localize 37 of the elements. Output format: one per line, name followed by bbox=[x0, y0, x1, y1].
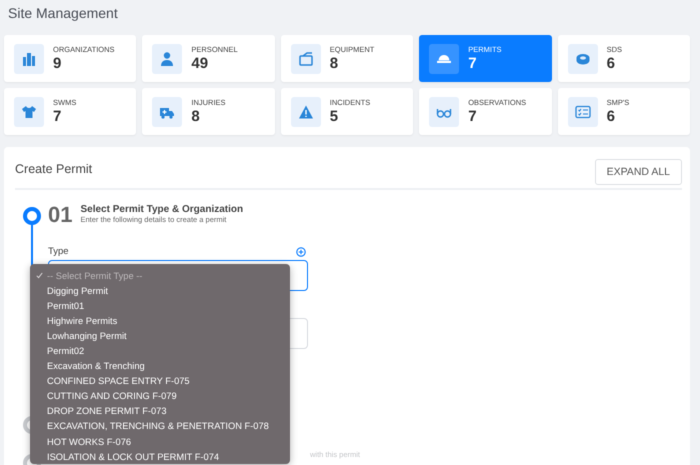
checkmark-icon bbox=[36, 272, 43, 280]
dropdown-option[interactable]: Excavation & Trenching bbox=[30, 358, 290, 374]
shirt-icon bbox=[21, 104, 37, 120]
machine-icon bbox=[298, 50, 314, 66]
dropdown-option[interactable]: DROP ZONE PERMIT F-073 bbox=[30, 404, 290, 419]
card-count: 8 bbox=[330, 55, 340, 72]
card-count: 6 bbox=[606, 108, 616, 125]
card-count: 5 bbox=[330, 108, 340, 125]
card-count: 8 bbox=[191, 108, 201, 125]
card-count: 7 bbox=[468, 55, 478, 72]
warning-icon bbox=[298, 104, 314, 120]
add-icon[interactable] bbox=[296, 246, 306, 256]
card-count: 9 bbox=[53, 55, 62, 72]
card-count: 7 bbox=[468, 108, 478, 125]
person-icon bbox=[159, 50, 176, 66]
building-icon bbox=[21, 50, 37, 66]
dropdown-option[interactable]: CONFINED SPACE ENTRY F-075 bbox=[30, 374, 290, 389]
step-title: Select Permit Type & Organization bbox=[80, 204, 244, 215]
dropdown-option[interactable]: Highwire Permits bbox=[30, 313, 290, 328]
dropdown-option[interactable]: ISOLATION & LOCK OUT PERMIT F-074 bbox=[30, 449, 290, 464]
dropdown-option[interactable]: CUTTING AND CORING F-079 bbox=[30, 388, 290, 404]
dropdown-option[interactable]: Digging Permit bbox=[30, 283, 290, 298]
panel-title: Create Permit bbox=[15, 160, 92, 176]
step-number: 01 bbox=[48, 202, 72, 228]
field-label: Type bbox=[48, 246, 69, 257]
hardhat-icon bbox=[437, 54, 452, 62]
card-count: 7 bbox=[53, 108, 62, 125]
checklist-icon bbox=[574, 104, 591, 120]
card-count: 6 bbox=[606, 55, 616, 72]
dropdown-option[interactable]: Permit02 bbox=[30, 343, 290, 359]
dropdown-option[interactable]: EXCAVATION, TRENCHING & PENETRATION F-078 bbox=[30, 418, 290, 434]
dropdown-option[interactable]: Permit01 bbox=[30, 298, 290, 314]
card-count: 49 bbox=[191, 55, 210, 72]
expand-all-button[interactable]: EXPAND ALL bbox=[594, 158, 682, 184]
dropdown-option[interactable]: HOT WORKS F-076 bbox=[30, 434, 290, 450]
page-title: Site Management bbox=[8, 5, 118, 21]
dropdown-option[interactable]: Lowhanging Permit bbox=[30, 328, 290, 344]
